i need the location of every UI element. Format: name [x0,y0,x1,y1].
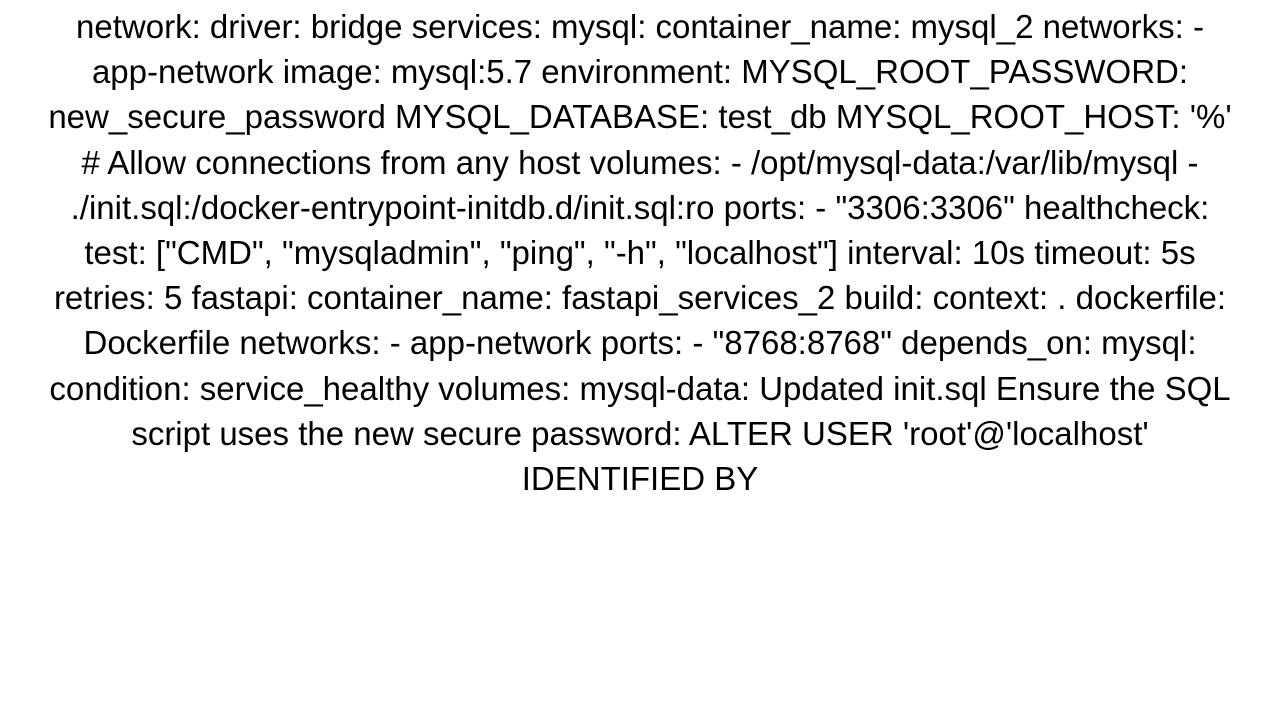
document-text: network: driver: bridge services: mysql:… [48,4,1232,501]
